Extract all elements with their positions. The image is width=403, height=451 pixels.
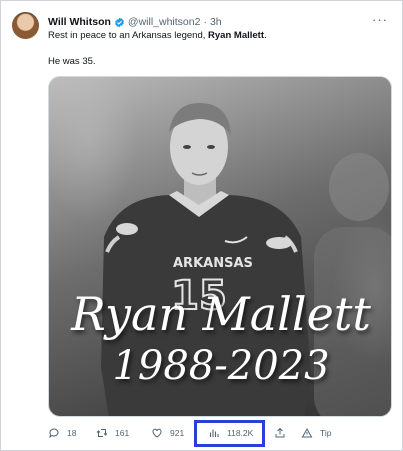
overlay-years: 1988-2023 bbox=[112, 343, 330, 389]
like-count: 921 bbox=[170, 428, 185, 438]
reply-icon bbox=[49, 428, 59, 439]
author-handle[interactable]: @will_whitson2 bbox=[128, 16, 201, 28]
retweet-icon bbox=[96, 429, 108, 437]
reply-count: 18 bbox=[67, 428, 77, 438]
tweet-header: Will Whitson @will_whitson2 · 3h bbox=[48, 14, 222, 30]
reply-button[interactable]: 18 bbox=[48, 423, 76, 443]
retweet-count: 161 bbox=[115, 428, 130, 438]
tip-icon bbox=[301, 427, 313, 438]
tweet-card: Will Whitson @will_whitson2 · 3h ··· Res… bbox=[0, 0, 403, 451]
overlay-name: Ryan Mallett bbox=[71, 287, 371, 341]
like-button[interactable]: 921 bbox=[151, 423, 184, 443]
tweet-text-prefix: Rest in peace to an Arkansas legend, bbox=[48, 30, 209, 41]
tip-button[interactable]: Tip bbox=[301, 423, 332, 443]
separator-dot: · bbox=[203, 16, 207, 28]
heart-icon bbox=[152, 428, 162, 438]
jersey-text: ARKANSAS bbox=[173, 256, 253, 271]
verified-badge-icon bbox=[114, 17, 125, 28]
share-button[interactable] bbox=[274, 423, 293, 443]
tweet-text-line2: He was 35. bbox=[48, 56, 96, 67]
views-highlight-box bbox=[194, 420, 265, 447]
more-options-icon[interactable]: ··· bbox=[372, 12, 388, 27]
share-icon bbox=[275, 427, 285, 438]
tip-label: Tip bbox=[320, 428, 332, 438]
timestamp[interactable]: 3h bbox=[210, 16, 222, 28]
author-name[interactable]: Will Whitson bbox=[48, 16, 111, 28]
retweet-button[interactable]: 161 bbox=[96, 423, 129, 443]
tweet-text: Rest in peace to an Arkansas legend, Rya… bbox=[48, 30, 388, 42]
tweet-image[interactable]: ARKANSAS 15 Ryan Mallett 1988-2023 bbox=[48, 76, 392, 417]
avatar[interactable] bbox=[12, 12, 39, 39]
tweet-text-bold: Ryan Mallett bbox=[208, 30, 264, 41]
tweet-text-suffix: . bbox=[264, 30, 267, 41]
